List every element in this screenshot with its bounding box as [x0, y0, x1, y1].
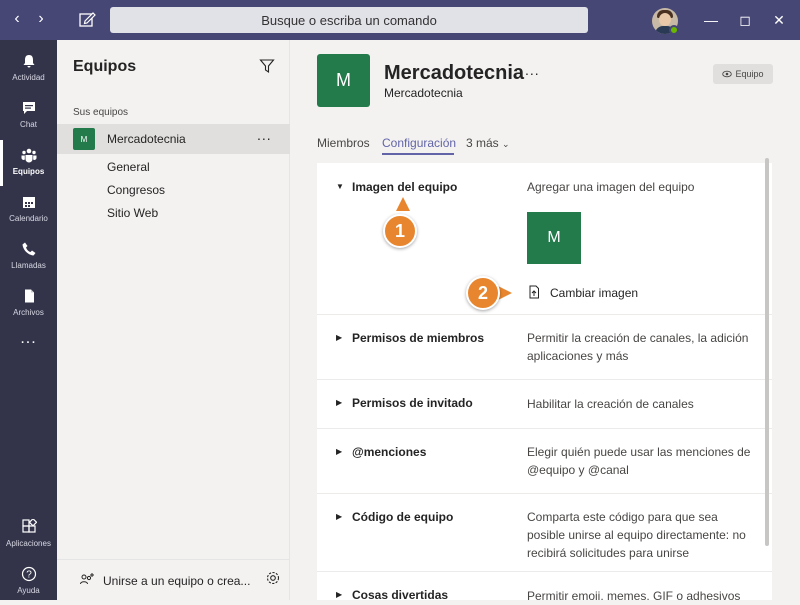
- page-subtitle: Mercadotecnia: [384, 86, 463, 100]
- more-apps-icon[interactable]: ...: [0, 330, 57, 348]
- bell-icon: [23, 55, 34, 68]
- team-type-label: Equipo: [735, 69, 764, 79]
- setting-title: Código de equipo: [352, 510, 454, 524]
- tab-more-label: 3 más: [466, 136, 499, 150]
- setting-desc: Elegir quién puede usar las menciones de…: [527, 445, 751, 477]
- channel-item[interactable]: Sitio Web: [107, 206, 158, 220]
- rail-item-llamadas[interactable]: Llamadas: [0, 234, 57, 280]
- join-team-icon[interactable]: [79, 572, 95, 588]
- join-team-link[interactable]: Unirse a un equipo o crea...: [103, 574, 250, 588]
- maximize-icon[interactable]: ◻: [735, 10, 755, 30]
- close-icon[interactable]: ✕: [769, 10, 789, 30]
- caret-right-icon: ▶: [336, 333, 343, 342]
- svg-text:?: ?: [26, 570, 32, 581]
- setting-desc: Permitir emoji, memes, GIF o adhesivos: [527, 589, 741, 600]
- apps-icon: [21, 519, 37, 533]
- search-input[interactable]: Busque o escriba un comando: [110, 7, 588, 33]
- setting-fun-stuff[interactable]: ▶ Cosas divertidas Permitir emoji, memes…: [317, 572, 772, 600]
- teams-footer: Unirse a un equipo o crea...: [57, 559, 290, 600]
- callout-2: 2: [466, 276, 500, 310]
- callout-1: 1: [383, 214, 417, 248]
- phone-icon: [22, 242, 35, 256]
- rail-item-ayuda[interactable]: ? Ayuda: [0, 559, 57, 605]
- team-settings-view: M Mercadotecnia ... Mercadotecnia Equipo…: [290, 40, 800, 600]
- scrollbar[interactable]: [765, 158, 769, 546]
- presence-available-icon: [669, 25, 679, 35]
- tab-miembros[interactable]: Miembros: [317, 136, 370, 150]
- caret-right-icon: ▶: [336, 398, 343, 407]
- setting-title: Permisos de invitado: [352, 396, 473, 410]
- teams-icon: [21, 148, 36, 163]
- compose-icon[interactable]: [76, 10, 98, 30]
- file-icon: [24, 289, 34, 303]
- rail-item-calendario[interactable]: Calendario: [0, 187, 57, 233]
- active-tab-indicator: [382, 153, 454, 155]
- pane-title: Equipos: [73, 58, 137, 75]
- callout-pointer: [396, 197, 410, 211]
- setting-desc: Permitir la creación de canales, la adic…: [527, 331, 749, 363]
- rail-item-chat[interactable]: Chat: [0, 93, 57, 139]
- setting-desc: Comparta este código para que sea posibl…: [527, 510, 746, 560]
- team-avatar-large: M: [317, 54, 370, 107]
- setting-title: Cosas divertidas: [352, 588, 449, 600]
- title-bar: ‹ › Busque o escriba un comando — ◻ ✕: [0, 0, 800, 40]
- more-options-icon[interactable]: ...: [257, 127, 272, 143]
- rail-item-aplicaciones[interactable]: Aplicaciones: [0, 512, 57, 558]
- setting-title: Permisos de miembros: [352, 331, 485, 345]
- team-type-badge[interactable]: Equipo: [713, 64, 773, 84]
- team-avatar: M: [73, 128, 95, 150]
- setting-team-code[interactable]: ▶ Código de equipo Comparta este código …: [317, 494, 772, 572]
- page-title: Mercadotecnia: [384, 62, 525, 84]
- rail-item-label: Equipos: [12, 167, 45, 176]
- section-label: Sus equipos: [73, 107, 129, 118]
- team-image-preview: M: [527, 212, 581, 264]
- forward-arrow-icon[interactable]: ›: [30, 10, 52, 28]
- upload-image-icon[interactable]: [527, 285, 541, 299]
- setting-mentions[interactable]: ▶ @menciones Elegir quién puede usar las…: [317, 429, 772, 494]
- tab-configuracion[interactable]: Configuración: [382, 136, 456, 150]
- rail-item-label: Calendario: [9, 214, 48, 223]
- team-item-mercadotecnia[interactable]: M Mercadotecnia ...: [57, 124, 290, 154]
- rail-item-equipos[interactable]: Equipos: [0, 140, 57, 186]
- help-icon: ?: [21, 566, 36, 582]
- team-name: Mercadotecnia: [107, 132, 186, 146]
- callout-pointer: [498, 286, 512, 300]
- setting-guest-permissions[interactable]: ▶ Permisos de invitado Habilitar la crea…: [317, 380, 772, 429]
- minimize-icon[interactable]: —: [701, 10, 721, 30]
- app-rail: Actividad Chat Equipos Calendario Llamad…: [0, 40, 57, 600]
- tab-more[interactable]: 3 más ⌄: [466, 136, 510, 150]
- filter-icon[interactable]: [259, 58, 275, 74]
- more-options-icon[interactable]: ...: [525, 62, 540, 78]
- caret-right-icon: ▶: [336, 447, 343, 456]
- rail-item-label: Archivos: [13, 308, 44, 317]
- setting-desc: Agregar una imagen del equipo: [527, 180, 695, 194]
- chat-icon: [22, 102, 35, 114]
- rail-item-label: Llamadas: [11, 261, 46, 270]
- gear-icon[interactable]: [265, 570, 281, 586]
- caret-down-icon[interactable]: ▼: [336, 182, 344, 191]
- teams-pane: Equipos Sus equipos M Mercadotecnia ... …: [57, 40, 290, 600]
- back-arrow-icon[interactable]: ‹: [6, 10, 28, 28]
- rail-item-actividad[interactable]: Actividad: [0, 46, 57, 92]
- channel-item[interactable]: General: [107, 160, 150, 174]
- chevron-down-icon: ⌄: [502, 139, 510, 149]
- caret-right-icon: ▶: [336, 590, 343, 599]
- setting-title[interactable]: Imagen del equipo: [352, 180, 457, 194]
- calendar-icon: [22, 197, 35, 208]
- rail-item-label: Aplicaciones: [6, 539, 51, 548]
- setting-desc: Habilitar la creación de canales: [527, 397, 694, 411]
- change-image-button[interactable]: Cambiar imagen: [550, 286, 638, 300]
- eye-icon: [722, 70, 733, 78]
- setting-member-permissions[interactable]: ▶ Permisos de miembros Permitir la creac…: [317, 315, 772, 380]
- caret-right-icon: ▶: [336, 512, 343, 521]
- rail-item-label: Ayuda: [17, 586, 40, 595]
- rail-item-label: Actividad: [12, 73, 45, 82]
- setting-title: @menciones: [352, 445, 427, 459]
- rail-item-label: Chat: [20, 120, 37, 129]
- rail-item-archivos[interactable]: Archivos: [0, 281, 57, 327]
- channel-item[interactable]: Congresos: [107, 183, 165, 197]
